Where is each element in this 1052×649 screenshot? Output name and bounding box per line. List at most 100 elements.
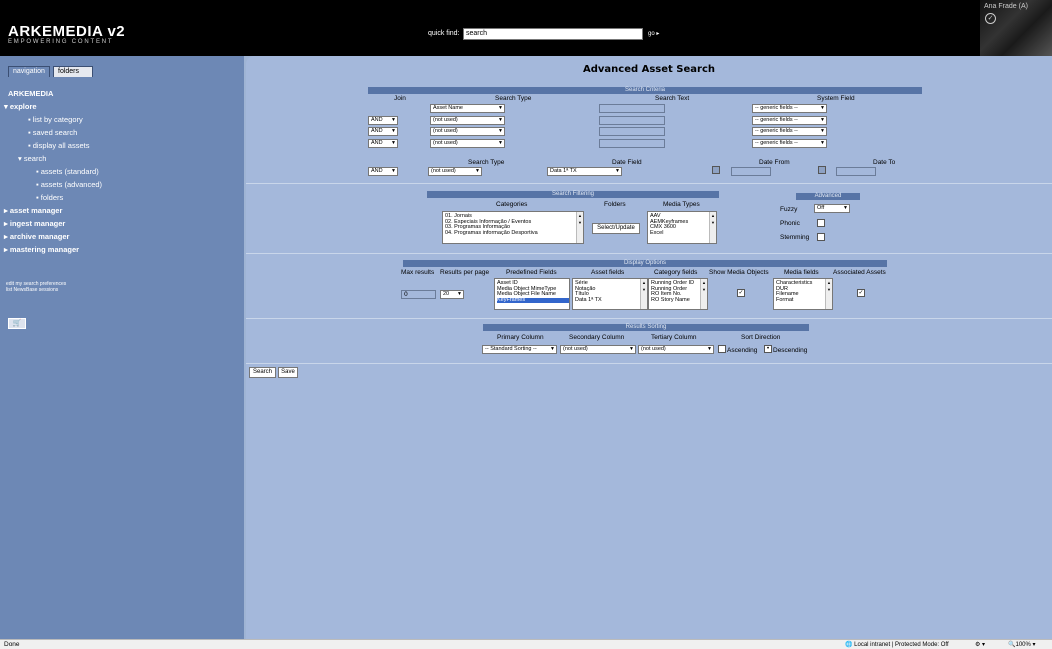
date-search-type-select[interactable]: (not used) ▼ — [428, 167, 482, 176]
scrollbar[interactable]: ▲ ▼ — [576, 212, 583, 243]
predefined-fields-header: Predefined Fields — [506, 269, 557, 276]
sidebar-item-explore[interactable]: ▾ explore — [4, 102, 37, 111]
results-per-page-select[interactable]: 20 ▼ — [440, 290, 464, 299]
search-type-select-1[interactable]: Asset Name ▼ — [430, 104, 505, 113]
sidebar-item-saved-search[interactable]: ▪ saved search — [28, 128, 77, 137]
show-media-objects-header: Show Media Objects — [709, 269, 769, 276]
list-item[interactable]: Data 1ª TX — [575, 297, 647, 304]
tab-folders[interactable]: folders — [53, 66, 93, 77]
dropdown-arrow-icon: ▼ — [498, 128, 503, 134]
descending-radio[interactable]: • — [764, 345, 772, 353]
dropdown-arrow-icon: ▼ — [707, 346, 712, 352]
date-to-input[interactable] — [836, 167, 876, 176]
system-field-select-1[interactable]: -- generic fields -- ▼ — [752, 104, 827, 113]
sidebar-item-ingest-manager[interactable]: ▸ ingest manager — [4, 219, 65, 228]
scrollbar[interactable]: ▲ ▼ — [640, 279, 647, 309]
stemming-label: Stemming — [780, 234, 810, 241]
sidebar-item-archive-manager[interactable]: ▸ archive manager — [4, 232, 69, 241]
scrollbar[interactable]: ▲ ▼ — [709, 212, 716, 243]
associated-assets-checkbox[interactable]: ✓ — [857, 289, 865, 297]
sidebar-item-assets-advanced[interactable]: ▪ assets (advanced) — [36, 180, 102, 189]
tertiary-column-select[interactable]: (not used) ▼ — [638, 345, 714, 354]
quick-find-input[interactable]: search — [463, 28, 643, 40]
phonic-checkbox[interactable] — [817, 219, 825, 227]
dropdown-arrow-icon: ▼ — [629, 346, 634, 352]
dropdown-arrow-icon: ▼ — [820, 117, 825, 123]
category-fields-header: Category fields — [654, 269, 698, 276]
join-select-4[interactable]: AND ▼ — [368, 139, 398, 148]
folders-header: Folders — [604, 201, 626, 208]
primary-column-select[interactable]: -- Standard Sorting -- ▼ — [482, 345, 557, 354]
list-item[interactable]: Excel — [650, 230, 716, 237]
sidebar-item-asset-manager[interactable]: ▸ asset manager — [4, 206, 62, 215]
date-join-select[interactable]: AND ▼ — [368, 167, 398, 176]
tab-navigation[interactable]: navigation — [8, 66, 50, 77]
calendar-to-icon[interactable] — [818, 166, 826, 174]
max-results-input[interactable]: 0 — [401, 290, 436, 299]
join-select-2[interactable]: AND ▼ — [368, 116, 398, 125]
sidebar-item-display-all-assets[interactable]: ▪ display all assets — [28, 141, 89, 150]
status-bar: Done 🌐 Local intranet | Protected Mode: … — [0, 639, 1052, 649]
scrollbar[interactable]: ▲ ▼ — [825, 279, 832, 309]
dropdown-arrow-icon: ▼ — [843, 205, 848, 211]
categories-list[interactable]: 01. Jornais 02. Especiais Informação / E… — [442, 211, 584, 244]
cart-icon[interactable]: 🛒 — [8, 318, 26, 329]
list-item[interactable]: KeyFrames — [497, 297, 569, 304]
section-divider — [246, 318, 1052, 319]
calendar-from-icon[interactable] — [712, 166, 720, 174]
asset-fields-list[interactable]: Série Notação Título Data 1ª TX ▲ ▼ — [572, 278, 648, 310]
media-types-list[interactable]: AAV AEMKeyframes CMX 3600 Excel ▲ ▼ — [647, 211, 717, 244]
sidebar-item-folders[interactable]: ▪ folders — [36, 193, 63, 202]
security-zone[interactable]: 🌐 Local intranet | Protected Mode: Off — [845, 641, 949, 648]
display-options-header: Display Options — [403, 260, 887, 267]
sidebar-item-search[interactable]: ▾ search — [18, 154, 46, 163]
date-from-input[interactable] — [731, 167, 771, 176]
stemming-checkbox[interactable] — [817, 233, 825, 241]
list-newsbase-sessions-link[interactable]: list NewsBase sessions — [6, 287, 66, 293]
select-update-button[interactable]: Select/Update — [592, 223, 640, 234]
dropdown-arrow-icon: ▼ — [457, 291, 462, 297]
list-item[interactable]: Format — [776, 297, 832, 304]
check-icon[interactable]: ✓ — [985, 13, 996, 24]
dropdown-arrow-icon: ▼ — [550, 346, 555, 352]
search-type-select-4[interactable]: (not used) ▼ — [430, 139, 505, 148]
search-text-input-1[interactable] — [599, 104, 665, 113]
search-text-input-2[interactable] — [599, 116, 665, 125]
predefined-fields-list[interactable]: Asset ID Media Object MimeType Media Obj… — [494, 278, 570, 310]
search-text-input-3[interactable] — [599, 127, 665, 136]
join-select-3[interactable]: AND ▼ — [368, 127, 398, 136]
sidebar-pref-links: edit my search preferences list NewsBase… — [6, 281, 66, 293]
quick-find-label: quick find: — [428, 30, 460, 37]
fuzzy-select[interactable]: Off ▼ — [814, 204, 850, 213]
search-type-column-header: Search Type — [495, 95, 532, 102]
search-criteria-header: Search Criteria — [368, 87, 922, 94]
search-text-column-header: Search Text — [655, 95, 690, 102]
sidebar-item-mastering-manager[interactable]: ▸ mastering manager — [4, 245, 79, 254]
save-button[interactable]: Save — [278, 367, 298, 378]
list-item[interactable]: RO Story Name — [651, 297, 707, 304]
list-item[interactable]: 04. Programas informação Desportiva — [445, 230, 583, 237]
sort-direction-header: Sort Direction — [741, 334, 781, 341]
search-text-input-4[interactable] — [599, 139, 665, 148]
section-divider — [246, 363, 1052, 364]
date-field-select[interactable]: Data 1ª TX ▼ — [547, 167, 622, 176]
media-fields-list[interactable]: Characteristics DUR Filename Format ▲ ▼ — [773, 278, 833, 310]
scrollbar[interactable]: ▲ ▼ — [700, 279, 707, 309]
show-media-objects-checkbox[interactable]: ✓ — [737, 289, 745, 297]
system-field-select-3[interactable]: -- generic fields -- ▼ — [752, 127, 827, 136]
category-fields-list[interactable]: Running Order ID Running Order RO Item N… — [648, 278, 708, 310]
protected-mode-icon[interactable]: ⚙ ▾ — [975, 641, 985, 648]
sidebar-item-assets-standard[interactable]: ▪ assets (standard) — [36, 167, 99, 176]
fuzzy-label: Fuzzy — [780, 206, 798, 213]
sidebar-item-list-by-category[interactable]: ▪ list by category — [28, 115, 83, 124]
zoom-level[interactable]: 🔍100% ▾ — [1008, 641, 1036, 648]
secondary-column-select[interactable]: (not used) ▼ — [560, 345, 636, 354]
media-fields-header: Media fields — [784, 269, 819, 276]
system-field-select-4[interactable]: -- generic fields -- ▼ — [752, 139, 827, 148]
quick-find-go-button[interactable]: go ▸ — [648, 30, 659, 37]
system-field-select-2[interactable]: -- generic fields -- ▼ — [752, 116, 827, 125]
ascending-radio[interactable] — [718, 345, 726, 353]
search-button[interactable]: Search — [249, 367, 276, 378]
search-type-select-3[interactable]: (not used) ▼ — [430, 127, 505, 136]
search-type-select-2[interactable]: (not used) ▼ — [430, 116, 505, 125]
